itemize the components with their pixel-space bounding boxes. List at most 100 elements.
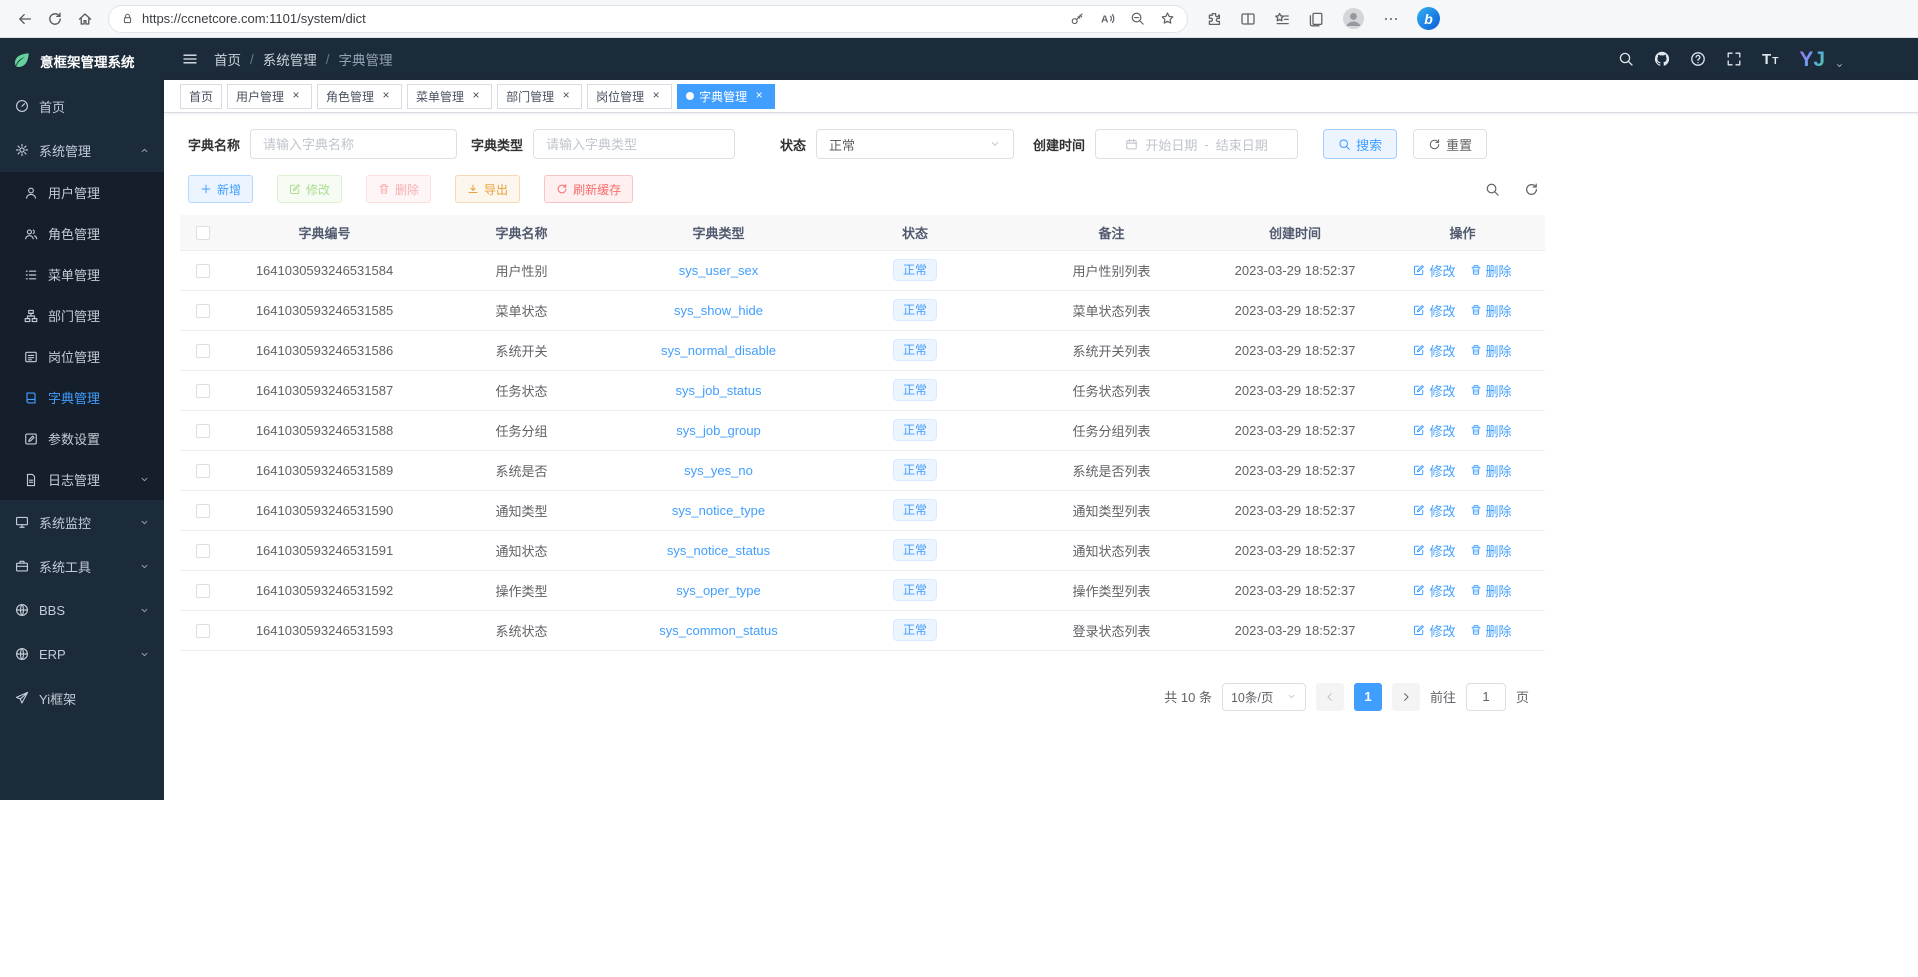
toggle-search-icon[interactable] (1485, 182, 1500, 197)
row-edit-link[interactable]: 修改 (1413, 261, 1455, 280)
copilot-icon[interactable]: b (1417, 7, 1440, 30)
password-key-icon[interactable] (1070, 11, 1085, 26)
tab-角色管理[interactable]: 角色管理× (317, 84, 402, 109)
sidebar-item-tools[interactable]: 系统工具 (0, 544, 164, 588)
row-checkbox[interactable] (196, 584, 210, 598)
sidebar-item-param[interactable]: 参数设置 (0, 418, 164, 459)
export-button[interactable]: 导出 (455, 175, 520, 203)
sidebar-item-post[interactable]: 岗位管理 (0, 336, 164, 377)
row-checkbox[interactable] (196, 304, 210, 318)
header-search-icon[interactable] (1618, 51, 1634, 67)
date-range-input[interactable]: 开始日期 - 结束日期 (1095, 129, 1298, 159)
sidebar-item-erp[interactable]: ERP (0, 632, 164, 676)
row-edit-link[interactable]: 修改 (1413, 581, 1455, 600)
zoom-out-icon[interactable] (1130, 11, 1145, 26)
row-checkbox[interactable] (196, 264, 210, 278)
dict-type-link[interactable]: sys_notice_type (672, 503, 765, 518)
select-all-checkbox[interactable] (196, 226, 210, 240)
row-delete-link[interactable]: 删除 (1470, 261, 1512, 280)
dict-type-link[interactable]: sys_normal_disable (661, 343, 776, 358)
close-icon[interactable]: × (469, 89, 483, 103)
sidebar-item-dept[interactable]: 部门管理 (0, 295, 164, 336)
sidebar-item-role[interactable]: 角色管理 (0, 213, 164, 254)
dict-type-link[interactable]: sys_job_group (676, 423, 761, 438)
row-delete-link[interactable]: 删除 (1470, 581, 1512, 600)
row-delete-link[interactable]: 删除 (1470, 461, 1512, 480)
user-logo[interactable]: YJ (1799, 49, 1825, 70)
back-button[interactable] (10, 4, 40, 34)
tab-菜单管理[interactable]: 菜单管理× (407, 84, 492, 109)
row-edit-link[interactable]: 修改 (1413, 621, 1455, 640)
row-edit-link[interactable]: 修改 (1413, 421, 1455, 440)
sidebar-item-home[interactable]: 首页 (0, 84, 164, 128)
close-icon[interactable]: × (289, 89, 303, 103)
prev-page-button[interactable] (1316, 683, 1344, 711)
reload-button[interactable] (40, 4, 70, 34)
extensions-icon[interactable] (1206, 11, 1222, 27)
collections-icon[interactable] (1308, 11, 1324, 27)
row-edit-link[interactable]: 修改 (1413, 541, 1455, 560)
refresh-cache-button[interactable]: 刷新缓存 (544, 175, 633, 203)
sidebar-item-system[interactable]: 系统管理 (0, 128, 164, 172)
dict-type-link[interactable]: sys_common_status (659, 623, 778, 638)
delete-button[interactable]: 删除 (366, 175, 431, 203)
sidebar-item-menu[interactable]: 菜单管理 (0, 254, 164, 295)
sidebar-item-user[interactable]: 用户管理 (0, 172, 164, 213)
tab-部门管理[interactable]: 部门管理× (497, 84, 582, 109)
close-icon[interactable]: × (559, 89, 573, 103)
address-bar[interactable]: https://ccnetcore.com:1101/system/dict A (108, 5, 1188, 33)
row-delete-link[interactable]: 删除 (1470, 621, 1512, 640)
dict-type-input[interactable] (533, 129, 735, 159)
sidebar-item-dict[interactable]: 字典管理 (0, 377, 164, 418)
row-edit-link[interactable]: 修改 (1413, 501, 1455, 520)
fullscreen-icon[interactable] (1726, 51, 1742, 67)
row-checkbox[interactable] (196, 624, 210, 638)
dict-type-link[interactable]: sys_user_sex (679, 263, 758, 278)
row-delete-link[interactable]: 删除 (1470, 381, 1512, 400)
close-icon[interactable]: × (649, 89, 663, 103)
row-delete-link[interactable]: 删除 (1470, 541, 1512, 560)
sidebar-item-log[interactable]: 日志管理 (0, 459, 164, 500)
add-button[interactable]: 新增 (188, 175, 253, 203)
home-button[interactable] (70, 4, 100, 34)
dict-name-input[interactable] (250, 129, 457, 159)
goto-page-input[interactable] (1466, 683, 1506, 711)
row-delete-link[interactable]: 删除 (1470, 501, 1512, 520)
profile-avatar[interactable] (1342, 7, 1365, 30)
refresh-table-icon[interactable] (1524, 182, 1539, 197)
read-aloud-icon[interactable]: A (1100, 11, 1115, 26)
row-delete-link[interactable]: 删除 (1470, 301, 1512, 320)
tab-岗位管理[interactable]: 岗位管理× (587, 84, 672, 109)
page-number[interactable]: 1 (1354, 683, 1382, 711)
help-icon[interactable] (1690, 51, 1706, 67)
row-checkbox[interactable] (196, 464, 210, 478)
dict-type-link[interactable]: sys_notice_status (667, 543, 770, 558)
tab-字典管理[interactable]: 字典管理× (677, 84, 775, 109)
font-size-icon[interactable]: TT (1762, 51, 1779, 68)
sidebar-item-yiframe[interactable]: Yi框架 (0, 676, 164, 720)
tab-首页[interactable]: 首页 (180, 84, 222, 109)
sidebar-toggle[interactable] (182, 51, 198, 67)
close-icon[interactable]: × (379, 89, 393, 103)
sidebar-item-monitor[interactable]: 系统监控 (0, 500, 164, 544)
row-checkbox[interactable] (196, 344, 210, 358)
sidebar-item-bbs[interactable]: BBS (0, 588, 164, 632)
row-edit-link[interactable]: 修改 (1413, 341, 1455, 360)
reset-button[interactable]: 重置 (1413, 129, 1487, 159)
dict-type-link[interactable]: sys_job_status (676, 383, 762, 398)
favorites-icon[interactable] (1274, 11, 1290, 27)
row-checkbox[interactable] (196, 384, 210, 398)
status-select[interactable]: 正常 (816, 129, 1014, 159)
edit-button[interactable]: 修改 (277, 175, 342, 203)
row-delete-link[interactable]: 删除 (1470, 421, 1512, 440)
dict-type-link[interactable]: sys_show_hide (674, 303, 763, 318)
add-favorite-icon[interactable] (1160, 11, 1175, 26)
more-menu-icon[interactable] (1383, 11, 1399, 27)
search-button[interactable]: 搜索 (1323, 129, 1397, 159)
row-checkbox[interactable] (196, 504, 210, 518)
row-delete-link[interactable]: 删除 (1470, 341, 1512, 360)
row-edit-link[interactable]: 修改 (1413, 461, 1455, 480)
github-icon[interactable] (1654, 51, 1670, 67)
dict-type-link[interactable]: sys_oper_type (676, 583, 761, 598)
close-icon[interactable]: × (752, 89, 766, 103)
